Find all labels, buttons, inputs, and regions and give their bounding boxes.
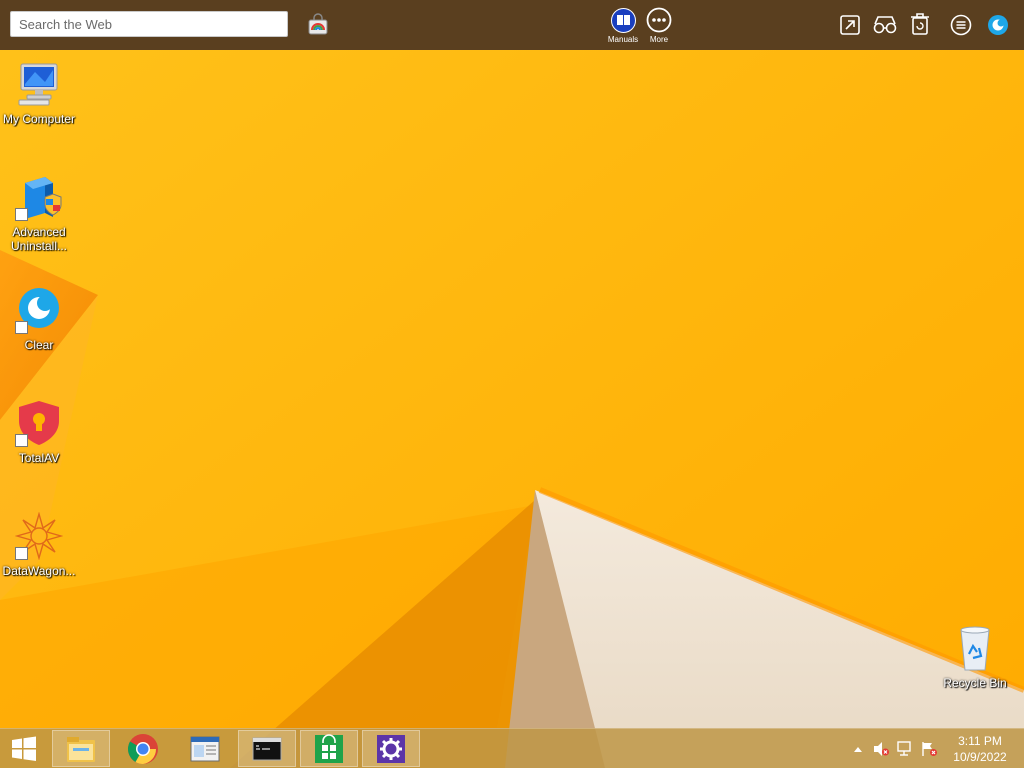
shopping-bag-icon[interactable] — [305, 12, 331, 38]
show-hidden-icons-chevron-up-icon[interactable] — [849, 741, 867, 757]
desktop-icon-label: Recycle Bin — [943, 676, 1007, 690]
desktop-icon-label: TotalAV — [18, 451, 60, 465]
advanced-uninstaller-icon — [15, 173, 63, 221]
taskbar-store[interactable] — [300, 730, 358, 767]
system-clock[interactable]: 3:11 PM 10/9/2022 — [944, 733, 1016, 765]
start-button[interactable] — [0, 729, 48, 768]
chrome-icon — [127, 733, 158, 764]
taskbar-command-prompt[interactable] — [238, 730, 296, 767]
command-prompt-icon — [252, 737, 282, 760]
desktop-icon-label: My Computer — [2, 112, 76, 126]
shortcut-arrow-icon — [15, 434, 28, 447]
menu-icon[interactable] — [949, 13, 973, 37]
desktop: Manuals More — [0, 0, 1024, 768]
shortcut-arrow-icon — [15, 208, 28, 221]
search-input[interactable] — [10, 11, 288, 37]
folder-icon — [67, 736, 95, 762]
network-icon[interactable] — [896, 741, 914, 757]
windows-logo-icon — [12, 736, 36, 761]
desktop-icon-label: Advanced Uninstall... — [10, 225, 68, 253]
wallpaper — [0, 0, 1024, 768]
my-computer-icon — [15, 60, 63, 108]
desktop-icon-clear[interactable]: Clear — [0, 286, 78, 352]
glasses-icon[interactable] — [872, 13, 898, 37]
manuals-button[interactable] — [610, 7, 636, 33]
shortcut-arrow-icon — [15, 547, 28, 560]
desktop-icon-my-computer[interactable]: My Computer — [0, 60, 78, 126]
clear-icon — [15, 286, 63, 334]
gear-icon — [377, 734, 405, 763]
taskbar: 3:11 PM 10/9/2022 — [0, 728, 1024, 768]
more-button[interactable] — [646, 7, 672, 33]
shortcut-arrow-icon — [15, 321, 28, 334]
totalav-icon — [15, 399, 63, 447]
taskbar-file-explorer[interactable] — [52, 730, 110, 767]
desktop-icon-label: Clear — [24, 338, 54, 352]
clock-time: 3:11 PM — [958, 734, 1002, 748]
book-icon — [610, 7, 636, 33]
clock-date: 10/9/2022 — [953, 750, 1007, 764]
browser-toolbar: Manuals More — [0, 0, 1024, 50]
action-center-flag-icon[interactable] — [920, 741, 938, 757]
taskbar-chrome[interactable] — [114, 730, 172, 767]
store-icon — [315, 733, 343, 763]
desktop-icon-label: DataWagon... — [2, 564, 76, 578]
more-icon — [646, 7, 672, 33]
datawagon-icon — [14, 511, 64, 561]
window-icon — [190, 736, 220, 761]
desktop-icon-advanced-uninstaller[interactable]: Advanced Uninstall... — [0, 173, 78, 253]
trash-icon[interactable] — [909, 11, 931, 37]
send-icon[interactable] — [838, 13, 862, 37]
more-label: More — [649, 35, 669, 44]
taskbar-notepad-window[interactable] — [176, 730, 234, 767]
recycle-bin-icon — [951, 624, 999, 672]
desktop-icon-datawagon[interactable]: DataWagon... — [0, 511, 78, 578]
volume-muted-icon[interactable] — [872, 741, 890, 757]
desktop-icon-totalav[interactable]: TotalAV — [0, 399, 78, 465]
app-logo-icon[interactable] — [986, 13, 1010, 37]
taskbar-settings[interactable] — [362, 730, 420, 767]
desktop-icon-recycle-bin[interactable]: Recycle Bin — [936, 624, 1014, 690]
